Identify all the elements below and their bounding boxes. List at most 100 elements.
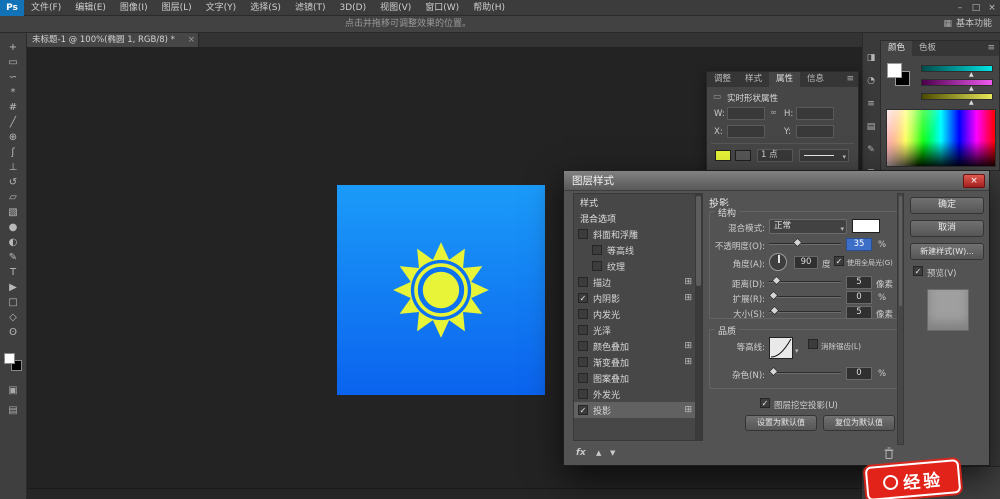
checkbox[interactable] [578,389,588,399]
move-tool[interactable]: + [0,40,26,55]
menu-file[interactable]: 文件(F) [24,0,68,16]
checkbox[interactable]: ✓ [578,293,588,303]
style-item-outer-glow[interactable]: 外发光 [574,386,702,402]
slider-handle[interactable] [793,238,803,248]
noise-value[interactable]: 0 [846,367,872,380]
style-item-contour[interactable]: 等高线 [574,242,702,258]
y-field[interactable] [796,125,834,138]
slider-handle-icon[interactable]: ▲ [969,85,974,92]
tab-adjustments[interactable]: 调整 [707,72,738,87]
dock-panel-icon[interactable]: ◨ [863,50,879,66]
crop-tool[interactable]: # [0,100,26,115]
plus-icon[interactable]: ⊞ [684,293,692,303]
tab-info[interactable]: 信息 [800,72,831,87]
antialias-checkbox[interactable] [808,339,818,349]
foreground-color-swatch[interactable] [887,63,902,78]
menu-edit[interactable]: 编辑(E) [68,0,113,16]
style-item-satin[interactable]: 光泽 [574,322,702,338]
cancel-button[interactable]: 取消 [910,220,984,237]
panel-menu-icon[interactable]: ≡ [983,41,999,56]
stroke-style-dropdown[interactable]: ▾ [799,149,849,162]
hand-tool[interactable]: ◇ [0,310,26,325]
dialog-close-button[interactable]: × [963,174,985,188]
checkbox[interactable] [578,229,588,239]
checkbox[interactable] [578,357,588,367]
style-item-gradient-overlay[interactable]: 渐变叠加⊞ [574,354,702,370]
checkbox[interactable] [578,325,588,335]
healing-brush-tool[interactable]: ⊕ [0,130,26,145]
trash-icon[interactable] [884,447,894,460]
spread-value[interactable]: 0 [846,291,872,304]
reset-default-button[interactable]: 复位为默认值 [823,415,895,431]
blend-mode-select[interactable]: 正常▾ [769,219,847,234]
eyedropper-tool[interactable]: ╱ [0,115,26,130]
dock-panel-icon[interactable]: ✎ [863,142,879,158]
width-field[interactable] [727,107,765,120]
move-up-icon[interactable]: ▲ [596,449,601,457]
preview-checkbox[interactable]: ✓ [913,266,923,276]
dock-panel-icon[interactable]: ◔ [863,73,879,89]
move-down-icon[interactable]: ▼ [610,449,615,457]
marquee-tool[interactable]: ▭ [0,55,26,70]
set-default-button[interactable]: 设置为默认值 [745,415,817,431]
blur-tool[interactable]: ● [0,220,26,235]
brush-tool[interactable]: ʃ [0,145,26,160]
scrollbar[interactable] [695,194,702,440]
slider-handle[interactable] [769,367,779,377]
tab-swatches[interactable]: 色板 [912,41,943,56]
color-spectrum-ramp[interactable] [886,109,996,167]
tab-close-icon[interactable]: × [188,33,195,47]
link-dimensions-icon[interactable]: ∞ [770,108,777,118]
style-item-color-overlay[interactable]: 颜色叠加⊞ [574,338,702,354]
checkbox[interactable]: ✓ [578,405,588,415]
color-slider-2[interactable] [921,79,993,86]
path-selection-tool[interactable]: ▶ [0,280,26,295]
artwork-blue-square[interactable] [337,185,545,395]
foreground-color-swatch[interactable] [4,353,15,364]
scrollbar-thumb[interactable] [899,196,902,306]
screen-mode-icon[interactable]: ▤ [0,405,26,416]
pen-tool[interactable]: ✎ [0,250,26,265]
menu-image[interactable]: 图像(I) [113,0,155,16]
maximize-icon[interactable]: □ [968,0,984,16]
zoom-tool[interactable]: ʘ [0,325,26,340]
close-icon[interactable]: × [984,0,1000,16]
eraser-tool[interactable]: ▱ [0,190,26,205]
menu-filter[interactable]: 滤镜(T) [288,0,333,16]
color-slider-3[interactable] [921,93,993,100]
type-tool[interactable]: T [0,265,26,280]
dialog-title-bar[interactable]: 图层样式 [564,171,989,191]
height-field[interactable] [796,107,834,120]
slider-handle[interactable] [770,306,780,316]
gradient-tool[interactable]: ▧ [0,205,26,220]
plus-icon[interactable]: ⊞ [684,357,692,367]
ok-button[interactable]: 确定 [910,197,984,214]
angle-dial[interactable] [769,253,787,271]
style-item-stroke[interactable]: 描边⊞ [574,274,702,290]
style-item-drop-shadow[interactable]: ✓投影⊞ [574,402,702,418]
slider-handle[interactable] [769,291,779,301]
opacity-slider[interactable] [769,237,841,250]
quick-mask-icon[interactable]: ▣ [0,385,26,396]
x-field[interactable] [727,125,765,138]
panel-menu-icon[interactable]: ≡ [842,72,858,87]
opacity-value[interactable]: 35 [846,238,872,251]
slider-handle-icon[interactable]: ▲ [969,71,974,78]
dock-panel-icon[interactable]: ≡ [863,96,879,112]
fx-icon[interactable]: fx [576,448,586,458]
scrollbar[interactable] [897,193,904,445]
tab-styles[interactable]: 样式 [738,72,769,87]
minimize-icon[interactable]: – [952,0,968,16]
tab-color[interactable]: 颜色 [881,41,912,56]
distance-slider[interactable] [769,275,841,288]
shape-tool[interactable]: □ [0,295,26,310]
plus-icon[interactable]: ⊞ [684,405,692,415]
menu-3d[interactable]: 3D(D) [332,0,373,16]
style-item-inner-glow[interactable]: 内发光 [574,306,702,322]
angle-value[interactable]: 90 [794,256,818,269]
spread-slider[interactable] [769,290,841,303]
lasso-tool[interactable]: ∽ [0,70,26,85]
dock-panel-icon[interactable]: ▤ [863,119,879,135]
menu-help[interactable]: 帮助(H) [466,0,512,16]
knockout-checkbox[interactable]: ✓ [760,398,770,408]
